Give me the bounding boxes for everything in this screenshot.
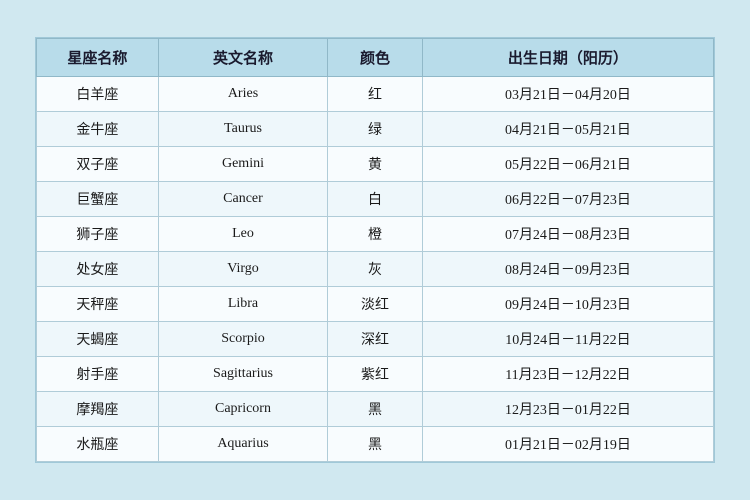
cell-color: 白	[328, 182, 423, 217]
cell-date: 10月24日－11月22日	[422, 322, 713, 357]
cell-color: 绿	[328, 112, 423, 147]
cell-color: 黑	[328, 392, 423, 427]
table-header-row: 星座名称 英文名称 颜色 出生日期（阳历）	[37, 39, 714, 77]
cell-chinese: 摩羯座	[37, 392, 159, 427]
cell-date: 07月24日－08月23日	[422, 217, 713, 252]
cell-chinese: 巨蟹座	[37, 182, 159, 217]
cell-english: Capricorn	[158, 392, 327, 427]
cell-chinese: 双子座	[37, 147, 159, 182]
cell-color: 黄	[328, 147, 423, 182]
cell-color: 灰	[328, 252, 423, 287]
zodiac-table: 星座名称 英文名称 颜色 出生日期（阳历） 白羊座Aries红03月21日－04…	[36, 38, 714, 462]
cell-english: Libra	[158, 287, 327, 322]
header-color: 颜色	[328, 39, 423, 77]
cell-english: Sagittarius	[158, 357, 327, 392]
cell-date: 12月23日－01月22日	[422, 392, 713, 427]
table-row: 双子座Gemini黄05月22日－06月21日	[37, 147, 714, 182]
cell-date: 05月22日－06月21日	[422, 147, 713, 182]
table-row: 狮子座Leo橙07月24日－08月23日	[37, 217, 714, 252]
cell-chinese: 白羊座	[37, 77, 159, 112]
cell-color: 橙	[328, 217, 423, 252]
cell-chinese: 天蝎座	[37, 322, 159, 357]
header-english: 英文名称	[158, 39, 327, 77]
cell-chinese: 处女座	[37, 252, 159, 287]
cell-date: 03月21日－04月20日	[422, 77, 713, 112]
table-row: 巨蟹座Cancer白06月22日－07月23日	[37, 182, 714, 217]
cell-english: Gemini	[158, 147, 327, 182]
cell-color: 紫红	[328, 357, 423, 392]
cell-date: 11月23日－12月22日	[422, 357, 713, 392]
cell-english: Taurus	[158, 112, 327, 147]
table-row: 水瓶座Aquarius黑01月21日－02月19日	[37, 427, 714, 462]
cell-date: 09月24日－10月23日	[422, 287, 713, 322]
table-row: 处女座Virgo灰08月24日－09月23日	[37, 252, 714, 287]
header-chinese: 星座名称	[37, 39, 159, 77]
cell-date: 08月24日－09月23日	[422, 252, 713, 287]
cell-english: Leo	[158, 217, 327, 252]
cell-chinese: 天秤座	[37, 287, 159, 322]
table-row: 天秤座Libra淡红09月24日－10月23日	[37, 287, 714, 322]
cell-english: Cancer	[158, 182, 327, 217]
cell-english: Scorpio	[158, 322, 327, 357]
cell-color: 黑	[328, 427, 423, 462]
cell-chinese: 金牛座	[37, 112, 159, 147]
cell-color: 深红	[328, 322, 423, 357]
cell-chinese: 射手座	[37, 357, 159, 392]
table-row: 天蝎座Scorpio深红10月24日－11月22日	[37, 322, 714, 357]
table-row: 金牛座Taurus绿04月21日－05月21日	[37, 112, 714, 147]
table-row: 白羊座Aries红03月21日－04月20日	[37, 77, 714, 112]
cell-english: Aries	[158, 77, 327, 112]
table-row: 射手座Sagittarius紫红11月23日－12月22日	[37, 357, 714, 392]
table-row: 摩羯座Capricorn黑12月23日－01月22日	[37, 392, 714, 427]
cell-date: 04月21日－05月21日	[422, 112, 713, 147]
header-date: 出生日期（阳历）	[422, 39, 713, 77]
cell-chinese: 水瓶座	[37, 427, 159, 462]
cell-date: 06月22日－07月23日	[422, 182, 713, 217]
cell-english: Virgo	[158, 252, 327, 287]
cell-color: 红	[328, 77, 423, 112]
cell-date: 01月21日－02月19日	[422, 427, 713, 462]
zodiac-table-container: 星座名称 英文名称 颜色 出生日期（阳历） 白羊座Aries红03月21日－04…	[35, 37, 715, 463]
cell-chinese: 狮子座	[37, 217, 159, 252]
cell-english: Aquarius	[158, 427, 327, 462]
cell-color: 淡红	[328, 287, 423, 322]
